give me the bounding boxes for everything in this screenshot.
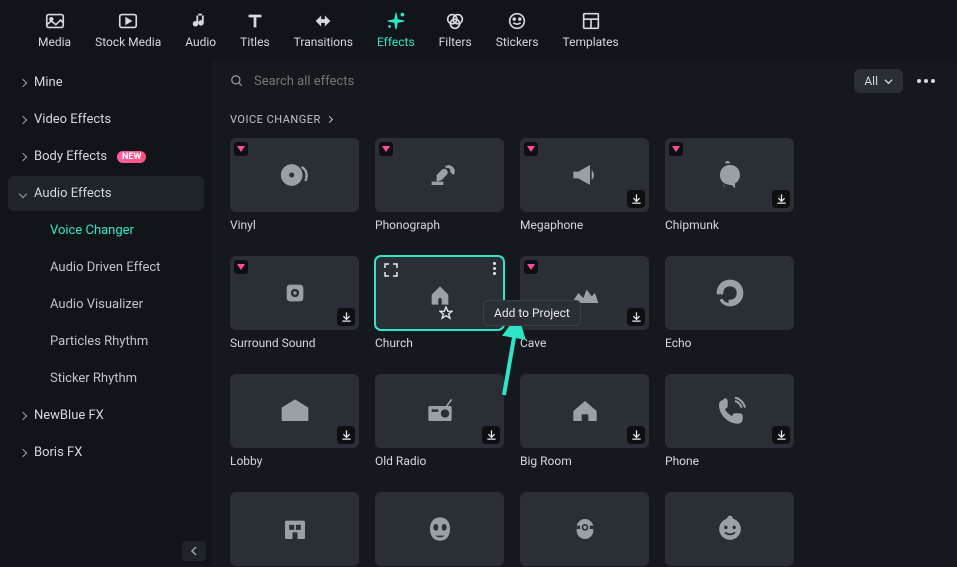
- sidebar-category-body-effects[interactable]: Body EffectsNEW: [8, 139, 204, 174]
- effect-thumbnail[interactable]: [375, 374, 504, 448]
- sidebar-item-voice-changer[interactable]: Voice Changer: [8, 213, 204, 248]
- download-icon[interactable]: [337, 426, 355, 444]
- effect-thumbnail[interactable]: [520, 374, 649, 448]
- chevron-icon: [19, 189, 27, 197]
- effect-label: Chipmunk: [665, 218, 794, 232]
- download-icon[interactable]: [627, 190, 645, 208]
- effect-label: Phone: [665, 454, 794, 468]
- new-badge: NEW: [117, 151, 146, 163]
- sidebar-category-audio-effects[interactable]: Audio Effects: [8, 176, 204, 211]
- sidebar-category-mine[interactable]: Mine: [8, 65, 204, 100]
- chevron-icon: [19, 448, 27, 456]
- effect-card-big-room[interactable]: Big Room: [520, 374, 649, 468]
- sidebar-item-sticker-rhythm[interactable]: Sticker Rhythm: [8, 361, 204, 396]
- effect-thumbnail[interactable]: [665, 138, 794, 212]
- effect-thumbnail[interactable]: [375, 492, 504, 566]
- premium-icon: [234, 142, 248, 156]
- effect-thumbnail[interactable]: [230, 256, 359, 330]
- effect-card-phone[interactable]: Phone: [665, 374, 794, 468]
- premium-icon: [379, 142, 393, 156]
- download-icon[interactable]: [772, 426, 790, 444]
- effect-label: Surround Sound: [230, 336, 359, 350]
- search-input[interactable]: [254, 74, 844, 89]
- effect-card-surround-sound[interactable]: Surround Sound: [230, 256, 359, 350]
- chevron-right-icon: [326, 116, 333, 123]
- expand-icon[interactable]: [383, 262, 399, 282]
- premium-icon: [234, 260, 248, 274]
- effect-card-phonograph[interactable]: Phonograph: [375, 138, 504, 232]
- download-icon[interactable]: [337, 308, 355, 326]
- add-to-project-tooltip: Add to Project: [483, 300, 581, 326]
- search-box[interactable]: [230, 74, 844, 89]
- chevron-down-icon: [884, 77, 893, 86]
- effect-thumbnail[interactable]: [230, 492, 359, 566]
- effect-label: Lobby: [230, 454, 359, 468]
- tab-stock-media[interactable]: Stock Media: [83, 6, 173, 55]
- effect-thumbnail[interactable]: [375, 138, 504, 212]
- download-icon[interactable]: [482, 426, 500, 444]
- filter-dropdown-label: All: [864, 74, 878, 88]
- favorite-icon[interactable]: [439, 305, 453, 324]
- sidebar-category-video-effects[interactable]: Video Effects: [8, 102, 204, 137]
- premium-icon: [669, 142, 683, 156]
- tab-stickers[interactable]: Stickers: [484, 6, 551, 55]
- download-icon[interactable]: [627, 426, 645, 444]
- chevron-icon: [19, 115, 27, 123]
- collapse-sidebar-button[interactable]: [182, 541, 206, 561]
- premium-icon: [524, 142, 538, 156]
- effect-card-hacker[interactable]: Hacker: [375, 492, 504, 567]
- effect-card-small-room[interactable]: Small Room: [230, 492, 359, 567]
- effect-label: Old Radio: [375, 454, 504, 468]
- search-icon: [230, 74, 244, 88]
- tab-audio[interactable]: Audio: [173, 6, 228, 55]
- effect-thumbnail[interactable]: [520, 138, 649, 212]
- tab-effects[interactable]: Effects: [365, 6, 427, 55]
- effect-label: Big Room: [520, 454, 649, 468]
- annotation-arrow: [496, 320, 526, 400]
- sidebar-item-particles-rhythm[interactable]: Particles Rhythm: [8, 324, 204, 359]
- section-title[interactable]: VOICE CHANGER: [212, 99, 957, 134]
- download-icon[interactable]: [627, 308, 645, 326]
- effect-label: Vinyl: [230, 218, 359, 232]
- effect-thumbnail[interactable]: [665, 256, 794, 330]
- effect-thumbnail[interactable]: [230, 374, 359, 448]
- sidebar-category-newblue-fx[interactable]: NewBlue FX: [8, 398, 204, 433]
- effect-label: Megaphone: [520, 218, 649, 232]
- effect-label: Phonograph: [375, 218, 504, 232]
- sidebar-category-boris-fx[interactable]: Boris FX: [8, 435, 204, 470]
- premium-icon: [524, 260, 538, 274]
- tab-media[interactable]: Media: [26, 6, 83, 55]
- effect-thumbnail[interactable]: [520, 492, 649, 566]
- effect-card-old-radio[interactable]: Old Radio: [375, 374, 504, 468]
- effect-thumbnail[interactable]: [230, 138, 359, 212]
- sidebar-item-audio-visualizer[interactable]: Audio Visualizer: [8, 287, 204, 322]
- filter-dropdown[interactable]: All: [854, 69, 903, 93]
- tab-filters[interactable]: Filters: [427, 6, 484, 55]
- effect-card-child-voice[interactable]: Child Voice: [665, 492, 794, 567]
- tab-titles[interactable]: Titles: [228, 6, 281, 55]
- kebab-menu-icon[interactable]: [493, 262, 496, 275]
- tab-transitions[interactable]: Transitions: [282, 6, 365, 55]
- effect-card-lobby[interactable]: Lobby: [230, 374, 359, 468]
- effect-card-vinyl[interactable]: Vinyl: [230, 138, 359, 232]
- chevron-icon: [19, 152, 27, 160]
- effect-label: Cave: [520, 336, 649, 350]
- effect-thumbnail[interactable]: [665, 492, 794, 566]
- more-menu-button[interactable]: [913, 75, 939, 87]
- effect-label: Church: [375, 336, 504, 350]
- effect-card-megaphone[interactable]: Megaphone: [520, 138, 649, 232]
- chevron-icon: [19, 78, 27, 86]
- tab-templates[interactable]: Templates: [551, 6, 631, 55]
- effect-card-echo[interactable]: Echo: [665, 256, 794, 350]
- download-icon[interactable]: [772, 190, 790, 208]
- chevron-icon: [19, 411, 27, 419]
- sidebar-item-audio-driven-effect[interactable]: Audio Driven Effect: [8, 250, 204, 285]
- effect-thumbnail[interactable]: [665, 374, 794, 448]
- effect-label: Echo: [665, 336, 794, 350]
- effect-card-male-minion[interactable]: Male Minion: [520, 492, 649, 567]
- effect-card-chipmunk[interactable]: Chipmunk: [665, 138, 794, 232]
